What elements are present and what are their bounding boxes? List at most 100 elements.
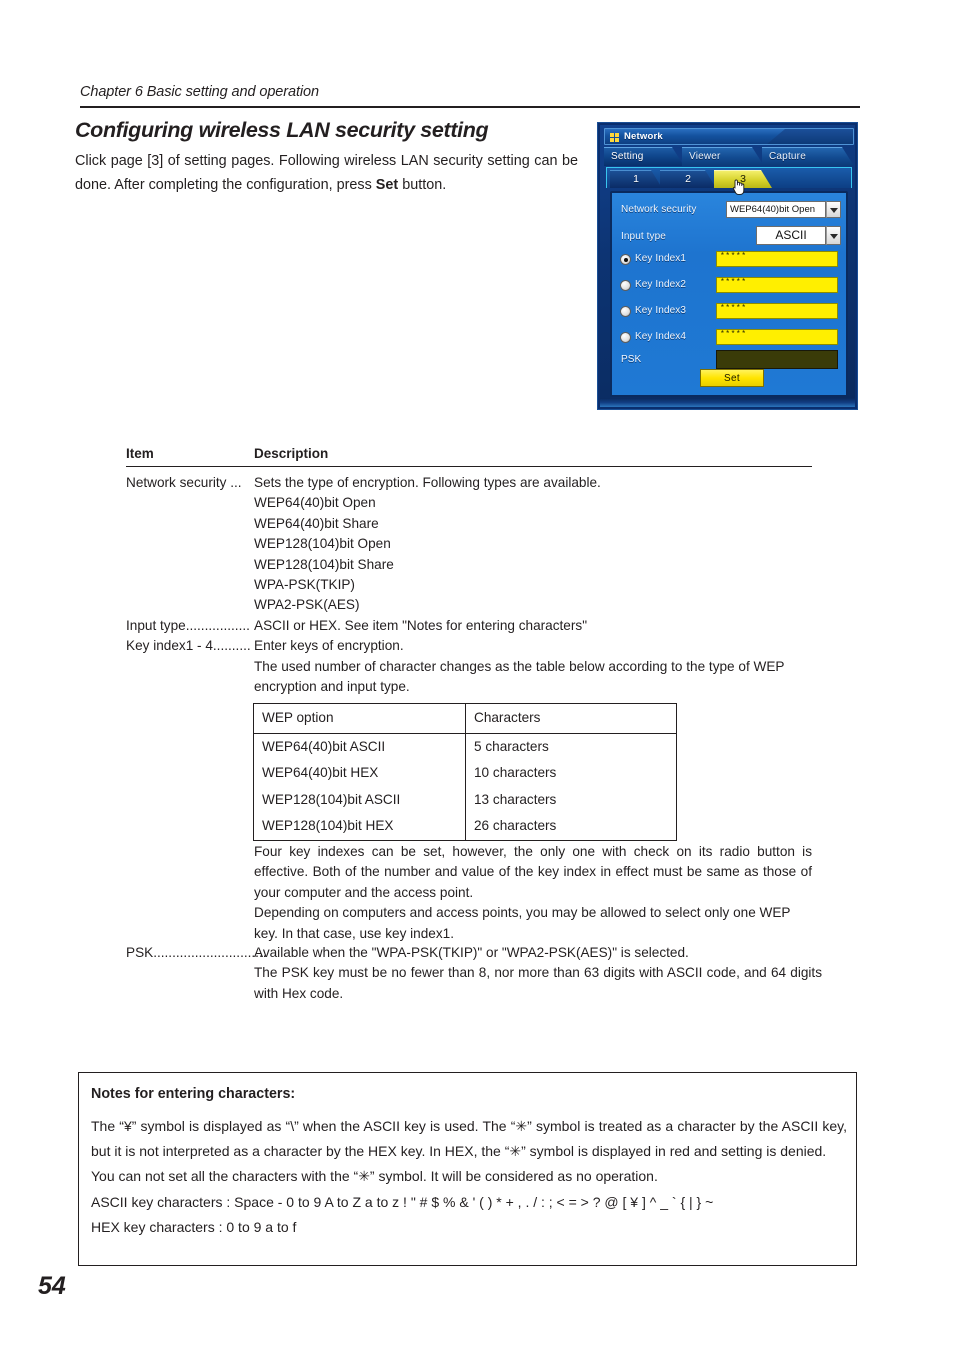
page-number: 54: [38, 1272, 66, 1300]
main-tab-bar: Setting Viewer Capture: [604, 147, 854, 166]
key-index2-label: Key Index2: [635, 279, 687, 290]
key-index3-input[interactable]: *****: [716, 303, 838, 319]
key-index1-value: *****: [720, 252, 747, 261]
key-index3-radio[interactable]: [620, 306, 631, 317]
def-term-network-security: Network security ...: [126, 475, 242, 490]
key-index1-input[interactable]: *****: [716, 251, 838, 267]
network-security-select[interactable]: WEP64(40)bit Open: [726, 201, 826, 218]
page-title: Configuring wireless LAN security settin…: [75, 118, 489, 142]
psk-input[interactable]: [716, 350, 838, 369]
page-tab-1[interactable]: 1: [610, 170, 662, 188]
key-index4-label: Key Index4: [635, 331, 687, 342]
key-index4-radio[interactable]: [620, 332, 631, 343]
table-row: WEP128(104)bit ASCII 13 characters: [254, 786, 677, 813]
def-row-psk: PSK.............................. Availa…: [126, 943, 826, 1004]
window-title: Network: [624, 131, 663, 142]
notes-line-1: The “¥” symbol is displayed as “\” when …: [91, 1118, 847, 1160]
def-row-input-type: Input type................. ASCII or HEX…: [126, 616, 826, 636]
page-tab-2[interactable]: 2: [660, 170, 716, 188]
key-index1-radio[interactable]: [620, 254, 631, 265]
wep-characters-table: WEP option Characters WEP64(40)bit ASCII…: [253, 703, 677, 841]
notes-line-2: You can not set all the characters with …: [91, 1168, 658, 1185]
document-page: Chapter 6 Basic setting and operation Co…: [0, 0, 954, 1350]
notes-line-4: HEX key characters : 0 to 9 a to f: [91, 1218, 297, 1235]
network-security-label: Network security: [621, 204, 697, 215]
page-tab-3[interactable]: 3: [714, 170, 772, 188]
running-head: Chapter 6 Basic setting and operation: [80, 84, 319, 100]
security-option-3: WEP128(104)bit Open: [254, 536, 391, 552]
key-index1-label: Key Index1: [635, 253, 687, 264]
tab-viewer[interactable]: Viewer: [682, 147, 764, 166]
wep-table-header-row: WEP option Characters: [253, 703, 677, 734]
key-index2-input[interactable]: *****: [716, 277, 838, 293]
wep-table-header-characters: Characters: [465, 703, 677, 734]
intro-paragraph: Click page [3] of setting pages. Followi…: [75, 150, 578, 197]
wep-chars-4: 26 characters: [465, 813, 677, 840]
wep-chars-2: 10 characters: [465, 760, 677, 787]
intro-text-2: button.: [398, 176, 447, 193]
screenshot-inner: Network Setting Viewer Capture 1 2 3 Net…: [600, 125, 855, 407]
chevron-down-icon: [830, 208, 838, 213]
def-desc-network-security: Sets the type of encryption. Following t…: [254, 475, 601, 490]
page-tab-bar: 1 2 3: [606, 167, 852, 188]
network-security-dropdown-arrow[interactable]: [826, 201, 841, 218]
key-index2-value: *****: [720, 278, 747, 287]
security-option-6: WPA2-PSK(AES): [254, 597, 360, 613]
key-index3-label: Key Index3: [635, 305, 687, 316]
title-bar-shape: [767, 129, 853, 144]
security-option-5: WPA-PSK(TKIP): [254, 577, 355, 593]
def-term-psk: PSK..............................: [126, 945, 267, 960]
def-desc-input-type: ASCII or HEX. See item "Notes for enteri…: [254, 617, 588, 633]
wep-chars-1: 5 characters: [465, 733, 677, 760]
def-desc-psk: Available when the "WPA-PSK(TKIP)" or "W…: [254, 945, 689, 960]
key-index-note: The used number of character changes as …: [254, 658, 785, 695]
security-option-1: WEP64(40)bit Open: [254, 495, 376, 511]
notes-line-3: ASCII key characters : Space - 0 to 9 A …: [91, 1193, 714, 1210]
psk-label: PSK: [621, 354, 642, 365]
key-index4-input[interactable]: *****: [716, 329, 838, 345]
wep-option-4: WEP128(104)bit HEX: [262, 818, 394, 833]
def-term-input-type: Input type.................: [126, 617, 250, 633]
def-row-network-security: Network security ... Sets the type of en…: [126, 473, 826, 493]
screenshot-bottom-edge: [600, 398, 855, 407]
window-title-bar: Network: [604, 128, 854, 145]
notes-body: The “¥” symbol is displayed as “\” when …: [91, 1114, 847, 1240]
key-index-paragraph-2: Depending on computers and access points…: [254, 905, 791, 941]
security-option-4: WEP128(104)bit Share: [254, 556, 394, 572]
input-type-select[interactable]: ASCII: [756, 226, 826, 245]
key-index-explanation: Four key indexes can be set, however, th…: [254, 842, 812, 944]
network-squares-icon: [610, 133, 619, 142]
network-settings-screenshot: Network Setting Viewer Capture 1 2 3 Net…: [597, 122, 858, 410]
intro-set-emphasis: Set: [375, 176, 399, 193]
intro-text-1: Click page [3] of setting pages. Followi…: [75, 153, 578, 193]
notes-title: Notes for entering characters:: [91, 1086, 296, 1102]
def-row-key-index: Key index1 - 4.......... Enter keys of e…: [126, 636, 826, 656]
input-type-label: Input type: [621, 231, 666, 242]
wep-chars-3: 13 characters: [465, 786, 677, 813]
wireless-security-form: Network security WEP64(40)bit Open Input…: [610, 191, 848, 397]
col-header-item: Item: [126, 446, 154, 461]
chevron-down-icon: [830, 234, 838, 239]
wep-option-1: WEP64(40)bit ASCII: [262, 738, 386, 754]
wep-option-2: WEP64(40)bit HEX: [262, 765, 379, 780]
notes-box: Notes for entering characters: The “¥” s…: [78, 1072, 857, 1266]
wep-table-header-option: WEP option: [253, 703, 466, 734]
table-row: WEP64(40)bit HEX 10 characters: [254, 760, 677, 787]
key-index-paragraph-1: Four key indexes can be set, however, th…: [254, 844, 812, 900]
security-option-2: WEP64(40)bit Share: [254, 515, 379, 531]
table-row: WEP128(104)bit HEX 26 characters: [254, 813, 677, 840]
psk-note: The PSK key must be no fewer than 8, nor…: [254, 965, 822, 1001]
table-row: WEP64(40)bit ASCII 5 characters: [254, 733, 677, 760]
key-index2-radio[interactable]: [620, 280, 631, 291]
tab-setting[interactable]: Setting: [604, 147, 684, 166]
definition-table-rule: [126, 466, 812, 468]
tab-capture[interactable]: Capture: [762, 147, 854, 166]
key-index3-value: *****: [720, 304, 747, 313]
wep-option-3: WEP128(104)bit ASCII: [262, 791, 401, 807]
col-header-description: Description: [254, 446, 329, 461]
definition-list: Network security ... Sets the type of en…: [126, 473, 826, 697]
set-button[interactable]: Set: [700, 369, 764, 387]
input-type-dropdown-arrow[interactable]: [826, 226, 841, 245]
running-head-rule: [80, 106, 860, 108]
def-desc-key-index: Enter keys of encryption.: [254, 638, 404, 654]
